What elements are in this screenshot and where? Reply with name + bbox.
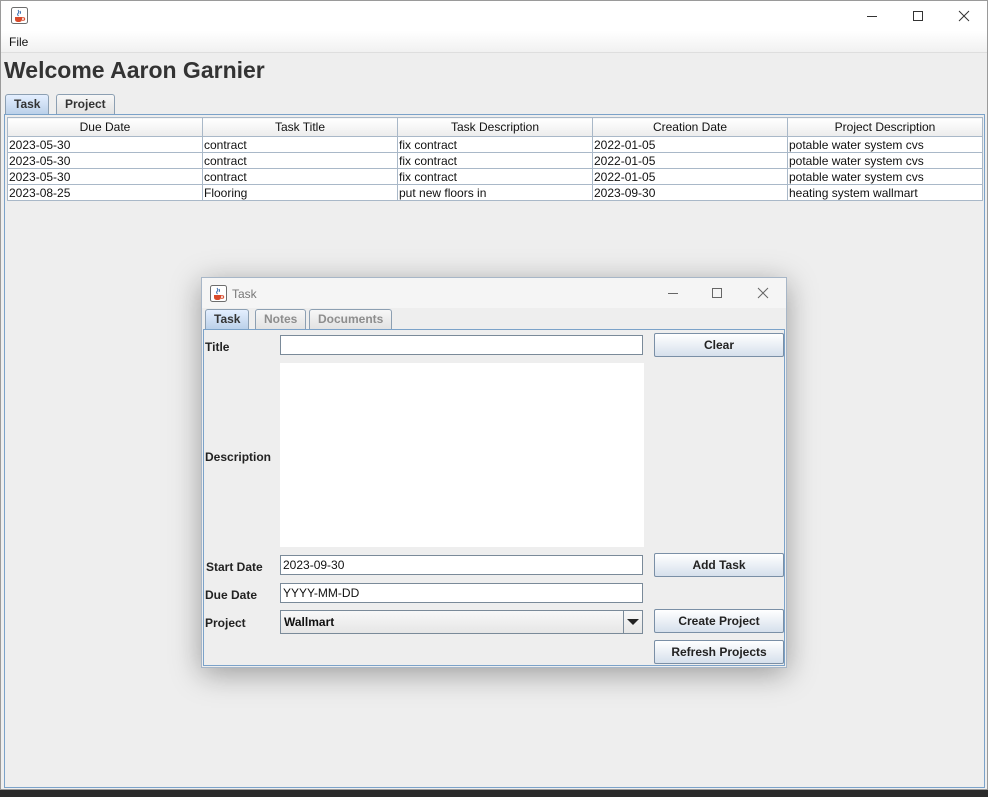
table-row[interactable]: 2023-05-30 contract fix contract 2022-01… <box>7 168 983 185</box>
table-cell[interactable]: 2022-01-05 <box>592 136 788 153</box>
table-cell[interactable]: potable water system cvs <box>787 152 983 169</box>
tab-task[interactable]: Task <box>5 94 50 115</box>
project-dropdown-value: Wallmart <box>284 615 335 629</box>
column-header-task-description[interactable]: Task Description <box>397 117 593 137</box>
minimize-icon <box>668 293 678 294</box>
description-textarea[interactable] <box>280 363 644 547</box>
dialog-titlebar[interactable]: Task <box>202 278 786 308</box>
dialog-close-button[interactable] <box>740 278 786 308</box>
table-row[interactable]: 2023-05-30 contract fix contract 2022-01… <box>7 136 983 153</box>
project-label: Project <box>205 616 246 630</box>
table-cell[interactable]: fix contract <box>397 136 593 153</box>
minimize-button[interactable] <box>849 1 895 31</box>
start-date-field[interactable]: 2023-09-30 <box>280 555 643 575</box>
close-icon <box>958 10 970 22</box>
title-label: Title <box>205 340 230 354</box>
maximize-icon <box>712 288 722 298</box>
description-label: Description <box>205 450 272 464</box>
table-header-row: Due Date Task Title Task Description Cre… <box>7 117 983 137</box>
menu-bar: File <box>1 31 987 53</box>
table-cell[interactable]: contract <box>202 152 398 169</box>
start-date-label: Start Date <box>206 560 263 574</box>
project-dropdown[interactable]: Wallmart <box>280 610 643 634</box>
menu-file[interactable]: File <box>9 35 28 49</box>
task-dialog: Task Task Notes Documents Title Descript… <box>201 277 787 668</box>
maximize-button[interactable] <box>895 1 941 31</box>
table-row[interactable]: 2023-08-25 Flooring put new floors in 20… <box>7 184 983 201</box>
table-cell[interactable]: heating system wallmart <box>787 184 983 201</box>
table-cell[interactable]: 2022-01-05 <box>592 168 788 185</box>
minimize-icon <box>867 16 877 17</box>
table-cell[interactable]: 2022-01-05 <box>592 152 788 169</box>
main-titlebar[interactable] <box>1 1 987 31</box>
column-header-project-description[interactable]: Project Description <box>787 117 983 137</box>
table-cell[interactable]: contract <box>202 168 398 185</box>
java-coffee-cup-icon <box>11 7 28 24</box>
tasks-table[interactable]: Due Date Task Title Task Description Cre… <box>7 117 983 201</box>
chevron-down-icon <box>627 619 639 625</box>
dialog-tab-notes[interactable]: Notes <box>255 309 307 329</box>
close-icon <box>757 287 769 299</box>
table-cell[interactable]: 2023-09-30 <box>592 184 788 201</box>
table-cell[interactable]: 2023-05-30 <box>7 152 203 169</box>
table-cell[interactable]: put new floors in <box>397 184 593 201</box>
dialog-title: Task <box>232 287 257 301</box>
tab-project[interactable]: Project <box>56 94 115 114</box>
dialog-minimize-button[interactable] <box>650 278 696 308</box>
due-date-label: Due Date <box>205 588 258 602</box>
table-cell[interactable]: fix contract <box>397 168 593 185</box>
table-cell[interactable]: 2023-05-30 <box>7 168 203 185</box>
table-cell[interactable]: fix contract <box>397 152 593 169</box>
table-cell[interactable]: Flooring <box>202 184 398 201</box>
dialog-tab-documents[interactable]: Documents <box>309 309 393 329</box>
column-header-due-date[interactable]: Due Date <box>7 117 203 137</box>
dialog-maximize-button[interactable] <box>694 278 740 308</box>
table-cell[interactable]: 2023-08-25 <box>7 184 203 201</box>
table-cell[interactable]: 2023-05-30 <box>7 136 203 153</box>
table-row[interactable]: 2023-05-30 contract fix contract 2022-01… <box>7 152 983 169</box>
column-header-creation-date[interactable]: Creation Date <box>592 117 788 137</box>
java-coffee-cup-icon <box>210 285 227 302</box>
create-project-button[interactable]: Create Project <box>654 609 784 633</box>
clear-button[interactable]: Clear <box>654 333 784 357</box>
refresh-projects-button[interactable]: Refresh Projects <box>654 640 784 664</box>
dialog-tab-task[interactable]: Task <box>205 309 250 330</box>
table-cell[interactable]: potable water system cvs <box>787 136 983 153</box>
table-cell[interactable]: potable water system cvs <box>787 168 983 185</box>
title-field[interactable] <box>280 335 643 355</box>
due-date-field[interactable]: YYYY-MM-DD <box>280 583 643 603</box>
welcome-heading: Welcome Aaron Garnier <box>4 57 265 83</box>
maximize-icon <box>913 11 923 21</box>
table-cell[interactable]: contract <box>202 136 398 153</box>
column-header-task-title[interactable]: Task Title <box>202 117 398 137</box>
add-task-button[interactable]: Add Task <box>654 553 784 577</box>
dropdown-arrow-button[interactable] <box>623 611 642 633</box>
close-button[interactable] <box>941 1 987 31</box>
